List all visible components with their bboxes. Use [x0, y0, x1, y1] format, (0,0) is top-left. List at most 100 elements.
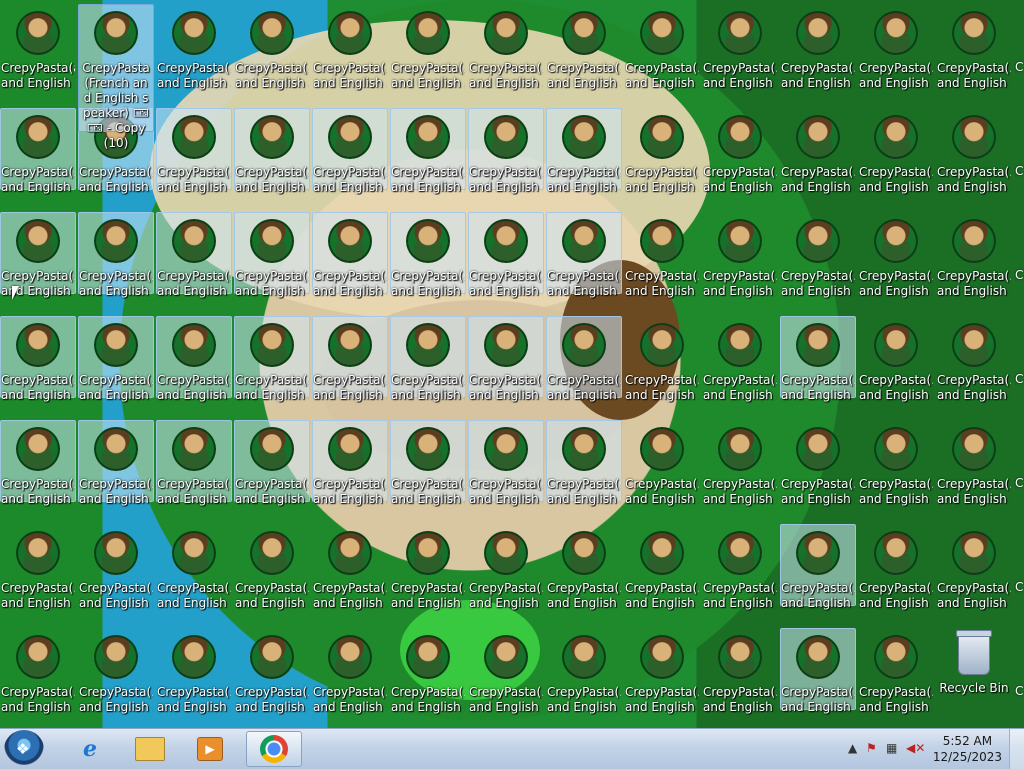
desktop-icon-item[interactable]: CrepyPasta(...and English ... [156, 420, 232, 506]
desktop-icon-item[interactable]: CrepyPasta(...and English ... [780, 628, 856, 714]
desktop-icon-item[interactable]: CrepyPasta(...and English ... [858, 108, 934, 194]
desktop-icon-item[interactable]: CrepyPasta(...and English ... [312, 212, 388, 298]
desktop-icon-item[interactable]: CrepyPasta(...and English ... [702, 420, 778, 506]
show-desktop-button[interactable] [1009, 729, 1024, 769]
desktop-icon-item[interactable]: CrepyPasta(...and English ... [234, 420, 310, 506]
desktop-icon-item[interactable]: CrepyPasta(...and English ... [936, 524, 1012, 610]
start-button[interactable]: ❖ [4, 730, 44, 768]
desktop-icon-item[interactable]: CrepyPasta(...and English ... [624, 4, 700, 90]
desktop-icon-item[interactable]: CrepyPasta(...and English ... [156, 524, 232, 610]
desktop-icon-item[interactable]: CrepyPasta(...and English ... [858, 316, 934, 402]
desktop-icon-item[interactable]: CrepyPasta(...and English ... [624, 108, 700, 194]
desktop-icon-item[interactable]: CrepyPasta(...and English ... [546, 108, 622, 194]
desktop-icon-item[interactable]: CrepyPasta(...and English ... [936, 212, 1012, 298]
desktop-icon-item[interactable]: CrepyPasta(...and English ... [702, 212, 778, 298]
clock[interactable]: 5:52 AM 12/25/2023 [933, 733, 1002, 765]
desktop-icon-item[interactable]: CrepyPasta(...and English ... [0, 420, 76, 506]
desktop-icon-item[interactable]: CrepyPasta(...and English ... [858, 524, 934, 610]
desktop-icon-item[interactable]: CrepyPasta(...and English ... [156, 4, 232, 90]
desktop-icon-item[interactable]: CrepyPasta(...and English ... [858, 4, 934, 90]
desktop-icon-item[interactable]: CrepyPasta(...and English ... [780, 4, 856, 90]
desktop-icon-item[interactable]: CrepyPasta(...and English ... [468, 524, 544, 610]
action-center-flag-icon[interactable]: ⚑ [866, 741, 877, 755]
desktop-icon-item[interactable]: CrepyPasta(...and English ... [468, 108, 544, 194]
desktop-icon-item[interactable]: CrepyPasta(...and English ... [936, 316, 1012, 402]
desktop-icon-item[interactable]: CrepyPasta(...and English ... [702, 108, 778, 194]
desktop-icon-item[interactable]: CrepyPasta(a...and English ... [0, 4, 76, 90]
desktop-icon-item[interactable]: CrepyPasta(...and English ... [312, 4, 388, 90]
desktop-icon-item[interactable]: CrepyPasta(...and English ... [0, 212, 76, 298]
desktop-icon-item[interactable]: CrepyPasta(...and English ... [702, 316, 778, 402]
desktop-icon-item[interactable]: CrepyPasta(...and English ... [0, 628, 76, 714]
desktop-icon-item[interactable]: CrepyPasta(...and English ... [78, 628, 154, 714]
recycle-bin-icon-item[interactable]: Recycle Bin [936, 628, 1012, 710]
desktop-icon-item[interactable]: CrepyPasta(...and English ... [0, 108, 76, 194]
desktop-icon-item[interactable]: CrepyPasta(...and English ... [156, 316, 232, 402]
show-hidden-icons-icon[interactable]: ▲ [848, 741, 857, 755]
taskbar-media-player[interactable]: ▶ [182, 731, 238, 767]
desktop-icon-item[interactable]: CrepyPasta(...and English ... [936, 108, 1012, 194]
desktop-icon-item[interactable]: CrepyPasta(...and English ... [780, 524, 856, 610]
desktop-icon-item[interactable]: CrepyPasta(...and English ... [0, 316, 76, 402]
desktop-icon-item[interactable]: CrepyPasta(...and English ... [390, 420, 466, 506]
taskbar-google-chrome[interactable] [246, 731, 302, 767]
desktop-icon-item[interactable]: CrepyPasta(...and English ... [78, 420, 154, 506]
desktop-icon-item[interactable]: CrepyPasta(...and English ... [390, 108, 466, 194]
desktop-icon-item[interactable]: CrepyPasta(...and English ... [234, 524, 310, 610]
desktop-icon-item[interactable]: CrepyPasta(...and English ... [702, 4, 778, 90]
desktop-icon-item[interactable]: CrepyPasta(...and English ... [858, 420, 934, 506]
desktop-icon-item[interactable]: CrepyPasta(...and English ... [624, 628, 700, 714]
desktop-icon-item[interactable]: CrepyPasta(...and English ... [468, 420, 544, 506]
desktop-icon-item[interactable]: CrepyPasta(...and English ... [78, 524, 154, 610]
desktop-icon-item[interactable]: CrepyPasta(...and English ... [78, 316, 154, 402]
desktop-icon-item[interactable]: CrepyPasta(...and English ... [624, 420, 700, 506]
desktop-icon-item[interactable]: CrepyPasta(...and English ... [156, 108, 232, 194]
desktop-icon-item[interactable]: CrepyPasta(...and English ... [390, 316, 466, 402]
desktop-icon-item[interactable]: CrepyPasta(...and English ... [234, 316, 310, 402]
desktop-icon-item[interactable]: CrepyPasta(...and English ... [156, 628, 232, 714]
taskbar-windows-explorer[interactable] [122, 731, 178, 767]
desktop-icon-item[interactable]: CrepyPasta(...and English ... [156, 212, 232, 298]
desktop-icon-item[interactable]: CrepyPasta(...and English ... [858, 628, 934, 714]
desktop-icon-item[interactable]: CrepyPasta(...and English ... [312, 420, 388, 506]
desktop-icon-item[interactable]: CrepyPasta(...and English ... [78, 212, 154, 298]
desktop-icon-item[interactable]: CrepyPasta(...and English ... [624, 524, 700, 610]
desktop-icon-item[interactable]: CrepyPasta(...and English ... [780, 420, 856, 506]
volume-muted-icon[interactable]: ◀✕ [906, 741, 925, 755]
desktop-icon-item[interactable]: CrepyPasta(...and English ... [234, 212, 310, 298]
desktop-icon-item[interactable]: CrepyPasta(...and English ... [546, 4, 622, 90]
desktop-icon-item[interactable]: CrepyPasta(...and English ... [546, 628, 622, 714]
desktop-icon-item[interactable]: CrepyPasta(...and English ... [390, 4, 466, 90]
desktop-icon-item[interactable]: CrepyPasta(...and English ... [858, 212, 934, 298]
desktop-icon-item[interactable]: CrepyPasta(...and English ... [702, 524, 778, 610]
desktop-icon-item[interactable]: CrepyPasta(...and English ... [702, 628, 778, 714]
desktop-icon-item[interactable]: CrepyPasta(...and English ... [468, 4, 544, 90]
desktop-icon-item[interactable]: CrepyPasta(...and English ... [468, 628, 544, 714]
desktop-icon-item[interactable]: CrepyPasta(...and English ... [780, 316, 856, 402]
desktop-icon-item[interactable]: CrepyPasta(...and English ... [312, 524, 388, 610]
desktop-icon-item[interactable]: CrepyPasta(...and English ... [312, 316, 388, 402]
desktop-icon-item[interactable]: CrepyPasta(...and English ... [624, 212, 700, 298]
desktop-icon-item[interactable]: CrepyPasta(...and English ... [390, 524, 466, 610]
desktop-icon-item[interactable]: CrepyPasta(...and English ... [546, 524, 622, 610]
desktop-icon-item[interactable]: CrepyPasta(...and English ... [780, 108, 856, 194]
desktop-icon-item[interactable]: CrepyPasta(...and English ... [546, 420, 622, 506]
desktop-icon-item[interactable]: CrepyPasta(...and English ... [390, 212, 466, 298]
desktop-icon-item[interactable]: CrepyPasta(...and English ... [936, 420, 1012, 506]
desktop-icon-item[interactable]: CrepyPasta(French and English speaker) 🀴… [78, 4, 154, 150]
desktop-icon-item[interactable]: CrepyPasta(...and English ... [546, 212, 622, 298]
desktop-icon-item[interactable]: CrepyPasta(...and English ... [468, 316, 544, 402]
desktop-icon-item[interactable]: CrepyPasta(...and English ... [546, 316, 622, 402]
taskbar-internet-explorer[interactable]: e [62, 731, 118, 767]
desktop-icon-item[interactable]: CrepyPasta(...and English ... [468, 212, 544, 298]
desktop-icon-item[interactable]: CrepyPasta(...and English ... [234, 628, 310, 714]
network-icon[interactable]: ▦ [886, 741, 897, 755]
desktop-icon-item[interactable]: CrepyPasta(...and English ... [0, 524, 76, 610]
desktop-icon-item[interactable]: CrepyPasta(...and English ... [234, 108, 310, 194]
desktop-icon-item[interactable]: CrepyPasta(...and English ... [390, 628, 466, 714]
desktop-icon-item[interactable]: CrepyPasta(...and English ... [234, 4, 310, 90]
desktop-icon-item[interactable]: CrepyPasta(...and English ... [624, 316, 700, 402]
desktop-icon-item[interactable]: CrepyPasta(...and English ... [312, 628, 388, 714]
desktop-icon-item[interactable]: CrepyPasta(...and English ... [936, 4, 1012, 90]
desktop-icon-item[interactable]: CrepyPasta(...and English ... [780, 212, 856, 298]
